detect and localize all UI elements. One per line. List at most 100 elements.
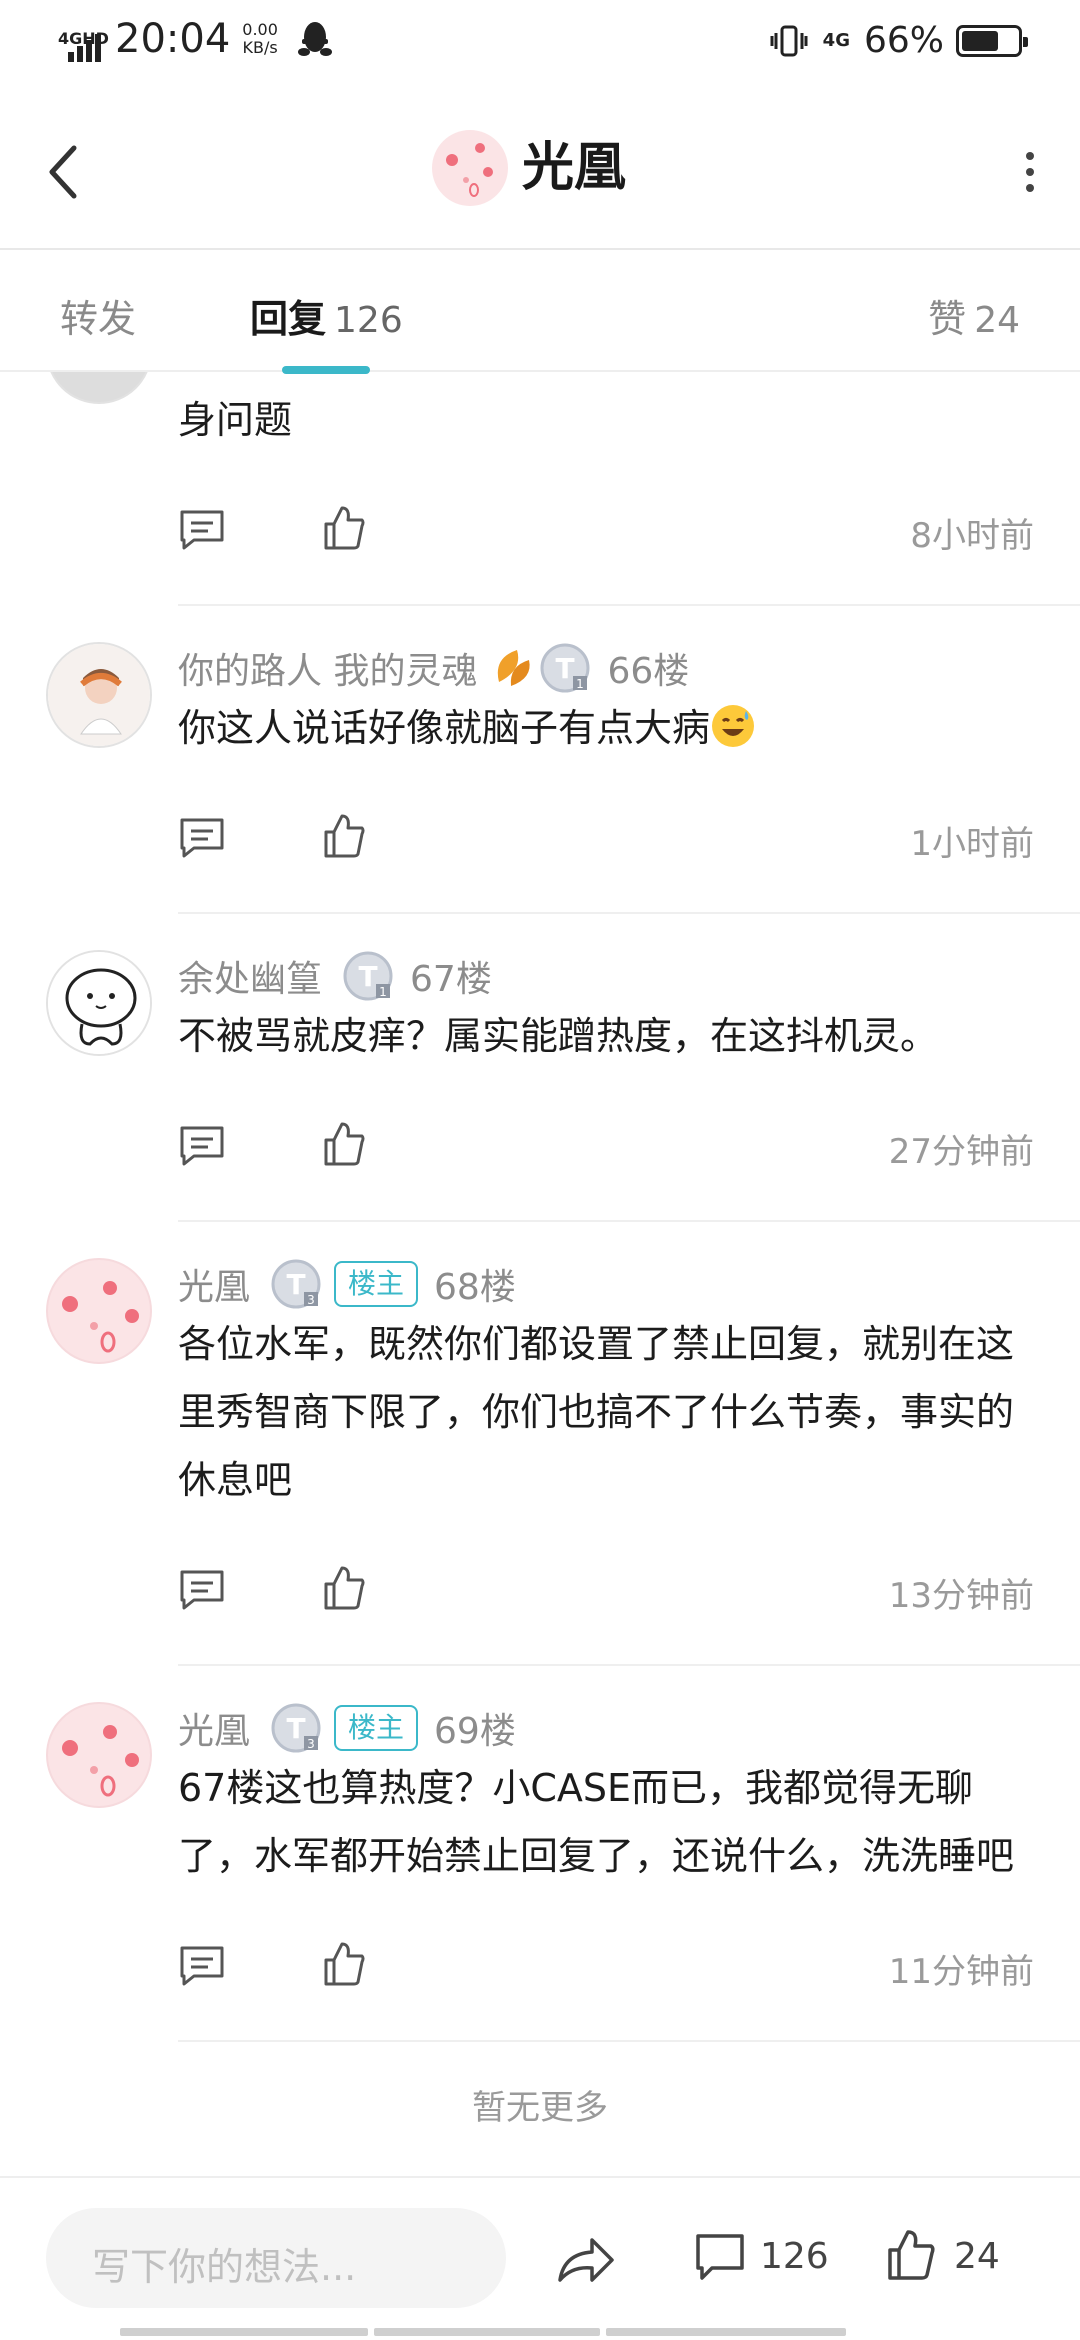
like-icon[interactable]: [322, 812, 366, 860]
user-name[interactable]: 你的路人 我的灵魂: [178, 642, 477, 694]
like-icon[interactable]: [322, 504, 366, 552]
comment-time: 13分钟前: [888, 1576, 1034, 1616]
like-icon[interactable]: [322, 1564, 366, 1612]
vibrate-icon: [770, 25, 808, 56]
tab-bar: 转发 回复 126 赞 24: [0, 252, 1080, 374]
tab-reply-label: 回复: [250, 297, 327, 341]
page-title: 光凰: [522, 138, 627, 198]
comment-text: 真要管服务器的事就好了，这种情况明显是游戏本身问题: [178, 372, 1014, 442]
more-options-icon[interactable]: [1020, 150, 1040, 194]
comment-item: 光凰 T3 楼主 68楼 各位水军，既然你们都设置了禁止回复，就别在这里秀智商下…: [46, 1222, 1080, 1666]
level-badge-icon: T1: [540, 643, 590, 693]
svg-text:1: 1: [379, 985, 387, 999]
tab-like-count: 24: [974, 300, 1020, 341]
battery-fill: [962, 30, 998, 51]
battery-icon: [956, 24, 1028, 57]
no-more-label: 暂无更多: [472, 2088, 608, 2128]
tab-like-label: 赞: [928, 297, 967, 341]
comment-list[interactable]: 真要管服务器的事就好了，这种情况明显是游戏本身问题 8小时前 你的路人 我的灵魂…: [0, 372, 1080, 2170]
battery-percent: 66%: [863, 20, 944, 61]
author-avatar[interactable]: [432, 130, 508, 206]
cartoon-avatar-icon: [48, 952, 150, 1054]
comment-actions: 27分钟前: [178, 1070, 1080, 1220]
floor-number: 69楼: [434, 1711, 516, 1752]
comment-time: 1小时前: [910, 824, 1034, 864]
leaf-icon: [498, 650, 531, 686]
tab-forward[interactable]: 转发: [60, 288, 136, 343]
comment-meta: 余处幽篁 T1 67楼: [178, 914, 1080, 1002]
level-badge-icon: T1: [343, 951, 393, 1001]
share-icon[interactable]: [556, 2234, 616, 2286]
floor-number: 68楼: [434, 1267, 516, 1308]
user-avatar[interactable]: [46, 372, 152, 404]
comment-item: 你的路人 我的灵魂 T1 66楼 你这人说话好像就脑子有点大病 1小时前: [46, 606, 1080, 914]
speed-value: 0.00: [242, 20, 278, 39]
tab-like[interactable]: 赞 24: [928, 288, 1020, 343]
comment-text: 不被骂就皮痒？属实能蹭热度，在这抖机灵。: [178, 1014, 939, 1058]
speed-unit: KB/s: [242, 38, 278, 57]
svg-text:T: T: [286, 1712, 305, 1745]
signal-bars-icon: [68, 34, 101, 62]
svg-text:1: 1: [577, 677, 585, 691]
gesture-bar: [120, 2328, 960, 2336]
comment-time: 11分钟前: [888, 1952, 1034, 1992]
comment-item: 真要管服务器的事就好了，这种情况明显是游戏本身问题 8小时前: [46, 372, 1080, 606]
active-tab-indicator: [282, 366, 370, 374]
cell-type: 4G: [822, 29, 850, 51]
user-avatar[interactable]: [46, 642, 152, 748]
level-badge-icon: T3: [271, 1703, 321, 1753]
reply-icon[interactable]: [178, 1568, 226, 1612]
tab-reply[interactable]: 回复 126: [250, 288, 403, 343]
user-name[interactable]: 余处幽篁: [178, 950, 322, 1002]
emoji-sweat-smile-icon: [712, 705, 755, 747]
back-icon[interactable]: [44, 142, 84, 202]
bottom-action-bar: 写下你的想法... 126 24: [0, 2176, 1080, 2340]
status-bar: 4GHD 20:04 0.00 KB/s 4G 66%: [0, 0, 1080, 90]
comment-text: 各位水军，既然你们都设置了禁止回复，就别在这里秀智商下限了，你们也搞不了什么节奏…: [178, 1322, 1015, 1502]
reply-icon[interactable]: [178, 816, 226, 860]
floor-number: 66楼: [607, 651, 690, 692]
user-avatar[interactable]: [46, 950, 152, 1056]
comment-item: 光凰 T3 楼主 69楼 67楼这也算热度？小CASE而已，我都觉得无聊了，水军…: [46, 1666, 1080, 2042]
clock: 20:04: [115, 16, 231, 62]
strawberry-avatar-icon: [446, 143, 493, 197]
user-name[interactable]: 光凰: [178, 1258, 250, 1310]
user-avatar[interactable]: [46, 1258, 152, 1364]
comment-time: 27分钟前: [888, 1132, 1034, 1172]
strawberry-avatar-icon: [62, 1281, 139, 1353]
like-icon[interactable]: [322, 1940, 366, 1988]
level-badge-icon: T3: [271, 1259, 321, 1309]
comment-actions: 8小时前: [178, 454, 1080, 604]
user-avatar[interactable]: [46, 1702, 152, 1808]
girl-avatar-icon: [48, 644, 150, 746]
reply-icon[interactable]: [178, 508, 226, 552]
header: 光凰: [0, 90, 1080, 250]
like-count: 24: [954, 2236, 1000, 2277]
comment-icon[interactable]: [694, 2232, 746, 2282]
comment-actions: 11分钟前: [178, 1890, 1080, 2040]
comment-count: 126: [760, 2236, 829, 2277]
strawberry-avatar-icon: [62, 1725, 139, 1797]
svg-text:T: T: [358, 960, 377, 993]
comment-text: 你这人说话好像就脑子有点大病: [178, 694, 1080, 762]
reply-icon[interactable]: [178, 1944, 226, 1988]
comment-item: 余处幽篁 T1 67楼 不被骂就皮痒？属实能蹭热度，在这抖机灵。 27分钟前: [46, 914, 1080, 1222]
owner-badge: 楼主: [334, 1261, 419, 1307]
network-speed: 0.00 KB/s: [242, 21, 278, 57]
svg-text:3: 3: [307, 1737, 315, 1751]
svg-text:T: T: [286, 1268, 305, 1301]
comment-actions: 1小时前: [178, 762, 1080, 912]
tab-forward-label: 转发: [60, 297, 137, 341]
tab-reply-count: 126: [334, 300, 403, 341]
comment-text-body: 你这人说话好像就脑子有点大病: [178, 706, 711, 750]
comment-meta: 光凰 T3 楼主 68楼: [178, 1222, 1080, 1310]
reply-icon[interactable]: [178, 1124, 226, 1168]
svg-text:T: T: [556, 652, 575, 685]
like-icon[interactable]: [886, 2228, 936, 2282]
owner-badge: 楼主: [334, 1705, 419, 1751]
qq-penguin-icon: [297, 22, 332, 56]
comment-input[interactable]: 写下你的想法...: [46, 2208, 506, 2308]
user-name[interactable]: 光凰: [178, 1702, 250, 1754]
svg-text:3: 3: [307, 1293, 315, 1307]
like-icon[interactable]: [322, 1120, 366, 1168]
